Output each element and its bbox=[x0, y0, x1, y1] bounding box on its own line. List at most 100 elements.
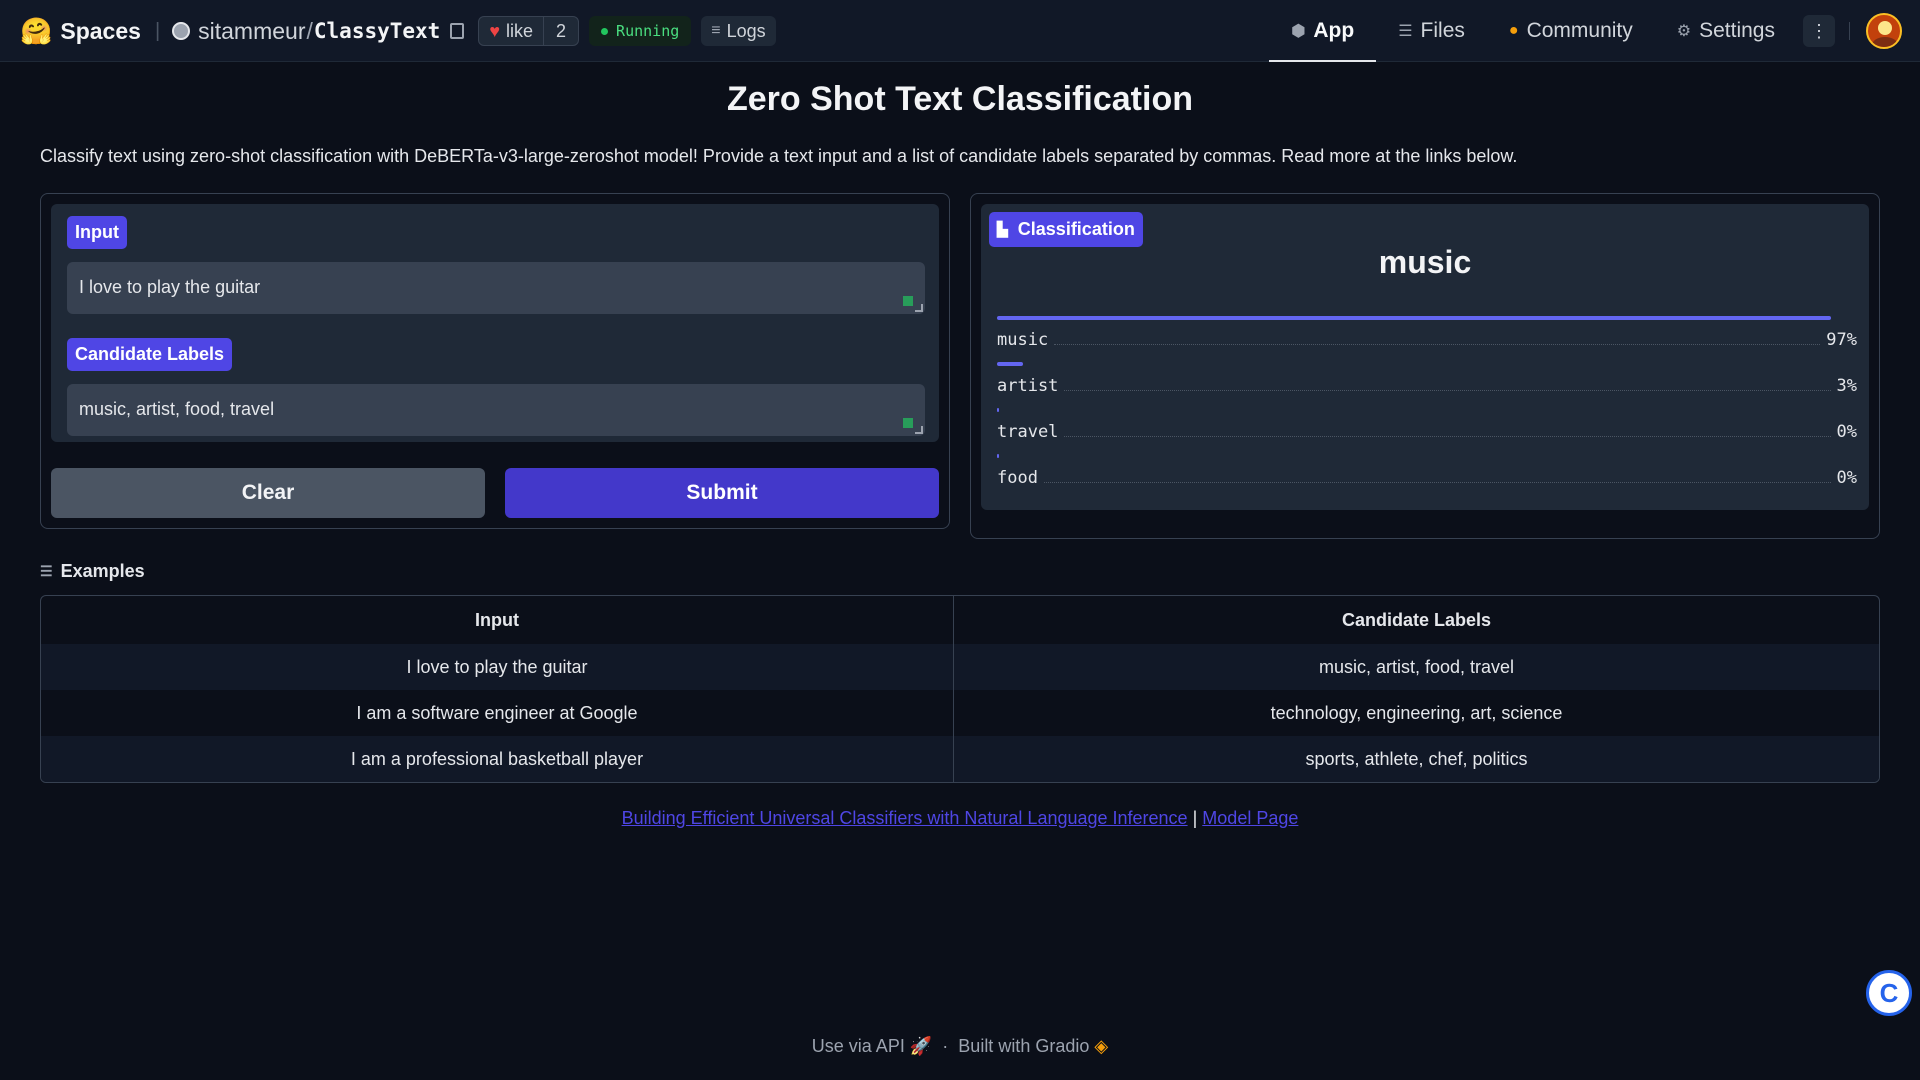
copy-icon[interactable] bbox=[450, 23, 465, 39]
confidence-bar bbox=[997, 454, 999, 458]
confidence-percent: 0% bbox=[1836, 468, 1857, 488]
confidence-row: music 97% bbox=[997, 316, 1857, 362]
resize-handle-icon[interactable] bbox=[915, 304, 923, 312]
example-input-cell[interactable]: I am a software engineer at Google bbox=[41, 690, 954, 736]
use-via-api-link[interactable]: Use via API bbox=[812, 1036, 905, 1056]
heart-icon: ♥ bbox=[489, 20, 501, 41]
list-icon: ☰ bbox=[40, 563, 53, 579]
dotted-leader bbox=[1064, 390, 1831, 391]
status-text: Running bbox=[616, 22, 680, 40]
column-header-input: Input bbox=[41, 596, 954, 644]
confidence-label: artist bbox=[997, 376, 1059, 396]
example-labels-cell[interactable]: sports, athlete, chef, politics bbox=[954, 736, 1879, 782]
spaces-link[interactable]: Spaces bbox=[60, 18, 141, 45]
built-with-gradio-link[interactable]: Built with Gradio bbox=[958, 1036, 1089, 1056]
reference-links: Building Efficient Universal Classifiers… bbox=[0, 808, 1920, 829]
confidence-label: food bbox=[997, 468, 1038, 488]
floating-assistant-icon[interactable]: C bbox=[1866, 970, 1912, 1016]
bar-chart-icon: ▙ bbox=[997, 221, 1008, 237]
example-input-cell[interactable]: I am a professional basketball player bbox=[41, 736, 954, 782]
grammar-indicator-icon bbox=[903, 418, 913, 428]
confidence-row: artist 3% bbox=[997, 362, 1857, 408]
confidence-line: food 0% bbox=[997, 468, 1857, 488]
submit-button[interactable]: Submit bbox=[505, 468, 939, 518]
gradio-logo-icon: ◈ bbox=[1094, 1036, 1109, 1056]
repo-owner-link[interactable]: sitammeur bbox=[198, 18, 305, 45]
tab-settings-label: Settings bbox=[1699, 19, 1775, 42]
confidence-percent: 3% bbox=[1836, 376, 1857, 396]
status-badge[interactable]: Running bbox=[589, 16, 692, 46]
like-toggle[interactable]: ♥ like bbox=[479, 17, 545, 45]
candidate-labels-textbox[interactable]: music, artist, food, travel bbox=[67, 384, 925, 436]
footer: Use via API 🚀 · Built with Gradio ◈ bbox=[0, 1036, 1920, 1057]
examples-table: Input Candidate Labels I love to play th… bbox=[40, 595, 1880, 783]
table-header-row: Input Candidate Labels bbox=[41, 596, 1879, 644]
input-panel: Input I love to play the guitar Candidat… bbox=[40, 193, 950, 529]
repo-name-link[interactable]: ClassyText bbox=[314, 19, 440, 43]
input-fields-block: Input I love to play the guitar Candidat… bbox=[51, 204, 939, 442]
confidence-label: music bbox=[997, 330, 1049, 350]
input-textbox[interactable]: I love to play the guitar bbox=[67, 262, 925, 314]
confidence-line: travel 0% bbox=[997, 422, 1857, 442]
classification-label-text: Classification bbox=[1017, 219, 1135, 239]
top-navigation-bar: 🤗 Spaces | sitammeur / ClassyText ♥ like… bbox=[0, 0, 1920, 62]
divider bbox=[1849, 22, 1850, 40]
user-avatar[interactable] bbox=[1866, 13, 1902, 49]
resize-handle-icon[interactable] bbox=[915, 426, 923, 434]
examples-heading: ☰ Examples bbox=[40, 561, 145, 582]
dotted-leader bbox=[1064, 436, 1831, 437]
confidence-line: music 97% bbox=[997, 330, 1857, 350]
candidate-labels-text: music, artist, food, travel bbox=[79, 399, 275, 419]
confidence-row: food 0% bbox=[997, 454, 1857, 500]
input-label: Input bbox=[67, 216, 127, 249]
files-icon: ☰ bbox=[1398, 23, 1413, 40]
confidence-bars: music 97% artist 3% travel 0% food 0% bbox=[997, 316, 1857, 500]
page-title: Zero Shot Text Classification bbox=[726, 80, 1193, 118]
space-tabs: ⬢ App ☰ Files ● Community ⚙ Settings ⋮ bbox=[1269, 0, 1920, 62]
table-row[interactable]: I am a software engineer at Google techno… bbox=[41, 690, 1879, 736]
tab-settings[interactable]: ⚙ Settings bbox=[1655, 0, 1797, 62]
column-header-candidate-labels: Candidate Labels bbox=[1341, 609, 1492, 630]
table-row[interactable]: I am a professional basketball player spo… bbox=[41, 736, 1879, 782]
logs-label: Logs bbox=[726, 20, 766, 41]
predicted-label: music bbox=[1378, 244, 1472, 280]
logs-icon: ≡ bbox=[711, 22, 721, 39]
kebab-menu-icon: ⋮ bbox=[1810, 20, 1828, 41]
confidence-label: travel bbox=[997, 422, 1059, 442]
tab-files[interactable]: ☰ Files bbox=[1376, 0, 1487, 62]
tab-community[interactable]: ● Community bbox=[1487, 0, 1655, 62]
more-options-button[interactable]: ⋮ bbox=[1803, 15, 1835, 47]
owner-avatar bbox=[172, 22, 191, 40]
like-button[interactable]: ♥ like 2 bbox=[478, 16, 580, 46]
confidence-bar bbox=[997, 362, 1023, 366]
example-labels-cell[interactable]: technology, engineering, art, science bbox=[954, 690, 1879, 736]
separator: | bbox=[154, 19, 161, 42]
candidate-labels-label: Candidate Labels bbox=[67, 338, 233, 371]
rocket-icon: 🚀 bbox=[909, 1036, 933, 1056]
confidence-row: travel 0% bbox=[997, 408, 1857, 454]
page-description: Classify text using zero-shot classifica… bbox=[40, 146, 1518, 166]
clear-button[interactable]: Clear bbox=[51, 468, 485, 518]
hugging-face-logo-icon[interactable]: 🤗 bbox=[20, 18, 52, 44]
tab-app-label: App bbox=[1313, 19, 1355, 42]
logs-button[interactable]: ≡ Logs bbox=[701, 16, 776, 46]
confidence-line: artist 3% bbox=[997, 376, 1857, 396]
tab-files-label: Files bbox=[1420, 19, 1465, 42]
confidence-percent: 97% bbox=[1826, 330, 1857, 350]
confidence-percent: 0% bbox=[1836, 422, 1857, 442]
output-panel: ▙ Classification music music 97% artist 3% t… bbox=[970, 193, 1880, 539]
example-labels-cell[interactable]: music, artist, food, travel bbox=[954, 644, 1879, 690]
link-separator: | bbox=[1192, 808, 1198, 828]
grammar-indicator-icon bbox=[903, 296, 913, 306]
paper-link[interactable]: Building Efficient Universal Classifiers… bbox=[622, 808, 1188, 828]
table-row[interactable]: I love to play the guitar music, artist, … bbox=[41, 644, 1879, 690]
example-input-cell[interactable]: I love to play the guitar bbox=[41, 644, 954, 690]
app-cube-icon: ⬢ bbox=[1291, 23, 1306, 40]
community-icon: ● bbox=[1508, 22, 1519, 39]
input-text: I love to play the guitar bbox=[79, 277, 261, 297]
confidence-bar bbox=[997, 316, 1832, 320]
model-page-link[interactable]: Model Page bbox=[1202, 808, 1298, 828]
tab-community-label: Community bbox=[1526, 19, 1633, 42]
like-count[interactable]: 2 bbox=[544, 21, 578, 42]
tab-app[interactable]: ⬢ App bbox=[1269, 0, 1377, 62]
